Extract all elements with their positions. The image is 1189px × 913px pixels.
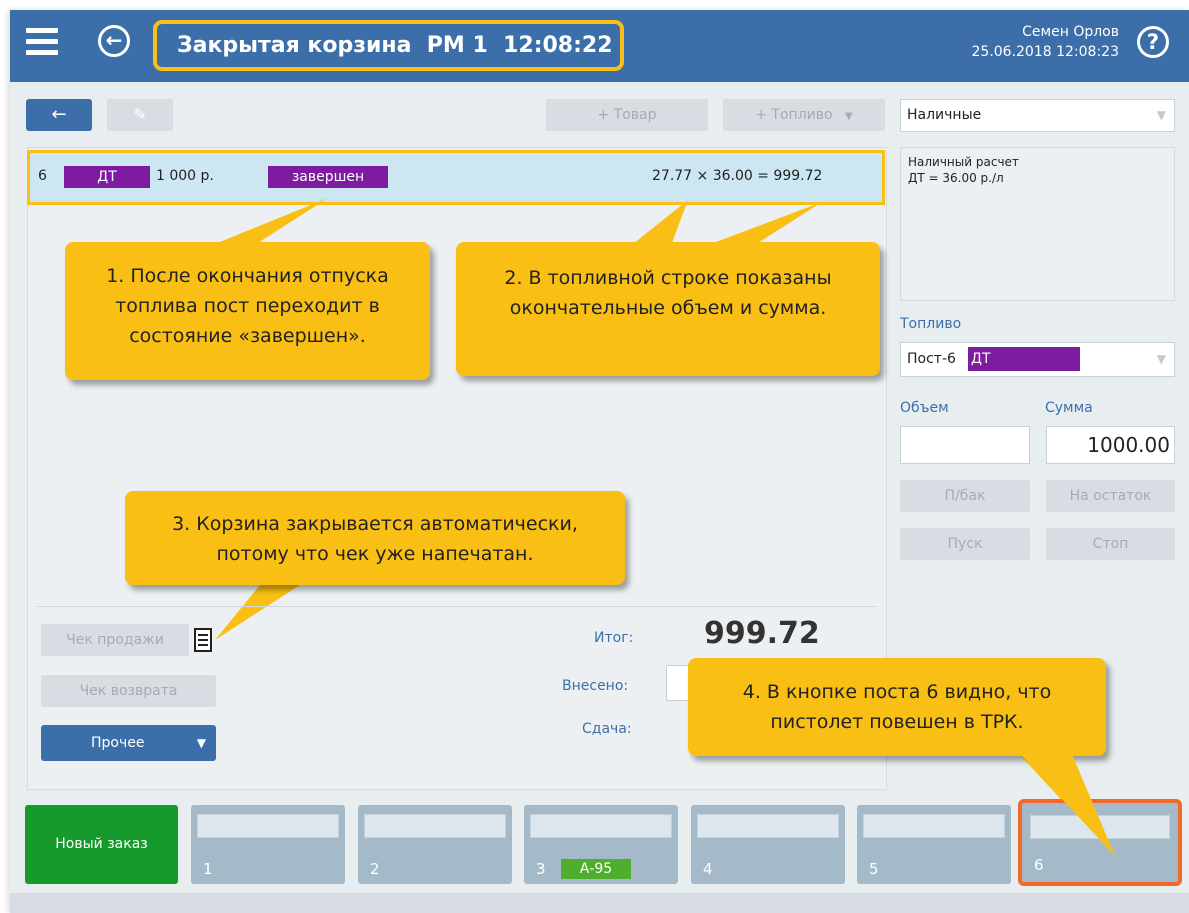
fuel-line-status: завершен xyxy=(268,166,388,188)
callout-4-line-2: пистолет повешен в ТРК. xyxy=(770,711,1024,733)
post-4-number: 4 xyxy=(703,860,713,878)
post-2-display xyxy=(364,814,506,838)
start-button[interactable]: Пуск xyxy=(900,528,1030,560)
page-title: Закрытая корзина РМ 1 12:08:22 xyxy=(177,33,613,58)
fuel-line-fuel-tag: ДТ xyxy=(64,166,150,188)
chevron-down-icon: ▼ xyxy=(1156,108,1166,122)
status-footer xyxy=(10,893,1189,913)
order-divider xyxy=(37,606,877,607)
pencil-icon: ✎ xyxy=(133,105,147,124)
post-1-display xyxy=(197,814,339,838)
payment-method-value: Наличные xyxy=(907,107,982,123)
payment-method-select[interactable]: Наличные ▼ xyxy=(900,99,1175,132)
fuel-section-label: Топливо xyxy=(900,316,962,332)
other-label: Прочее xyxy=(91,735,145,751)
post-select-label: Пост-6 xyxy=(907,351,956,367)
chevron-down-icon: ▼ xyxy=(1156,352,1166,366)
callout-1: 1. После окончания отпуска топлива пост … xyxy=(65,242,430,380)
title-highlight: Закрытая корзина РМ 1 12:08:22 xyxy=(153,20,624,71)
payment-info-box: Наличный расчет ДТ = 36.00 р./л xyxy=(900,147,1175,301)
back-button[interactable]: ← xyxy=(26,99,92,131)
header-datetime: 25.06.2018 12:08:23 xyxy=(971,44,1120,60)
post-3-number: 3 xyxy=(536,860,546,878)
sum-label: Сумма xyxy=(1045,400,1093,416)
sum-input[interactable]: 1000.00 xyxy=(1046,426,1175,464)
fuel-line-row[interactable]: 6 ДТ 1 000 р. завершен 27.77 × 36.00 = 9… xyxy=(27,150,885,205)
add-fuel-button[interactable]: + Топливо ▼ xyxy=(723,99,885,131)
payment-info-line-1: Наличный расчет xyxy=(908,155,1019,169)
edit-button[interactable]: ✎ xyxy=(107,99,173,131)
callout-4-line-1: 4. В кнопке поста 6 видно, что xyxy=(742,681,1052,703)
menu-icon[interactable] xyxy=(26,28,58,56)
callout-2-line-2: окончательные объем и сумма. xyxy=(509,297,827,319)
back-arrow-icon[interactable]: ← xyxy=(98,25,130,57)
callout-2: 2. В топливной строке показаны окончател… xyxy=(456,242,880,376)
post-button-1[interactable]: 1 xyxy=(191,805,345,884)
fuel-line-calc: 27.77 × 36.00 = 999.72 xyxy=(652,168,823,184)
post-button-4[interactable]: 4 xyxy=(691,805,845,884)
other-button[interactable]: Прочее ▼ xyxy=(41,725,216,761)
callout-3-line-2: потому что чек уже напечатан. xyxy=(216,543,534,565)
callout-2-line-1: 2. В топливной строке показаны xyxy=(504,267,832,289)
post-button-3[interactable]: 3 А-95 xyxy=(524,805,678,884)
post-button-6[interactable]: 6 xyxy=(1018,799,1182,886)
total-value: 999.72 xyxy=(704,616,820,651)
post-3-display xyxy=(530,814,672,838)
payment-info-line-2: ДТ = 36.00 р./л xyxy=(908,171,1004,185)
return-receipt-button[interactable]: Чек возврата xyxy=(41,675,216,707)
chevron-down-icon: ▼ xyxy=(196,736,206,750)
full-tank-button[interactable]: П/бак xyxy=(900,480,1030,512)
paid-label: Внесено: xyxy=(562,678,629,694)
sum-value: 1000.00 xyxy=(1087,433,1170,457)
post-3-fuel-tag: А-95 xyxy=(561,859,631,879)
app-window: ← Закрытая корзина РМ 1 12:08:22 Семен О… xyxy=(10,10,1189,913)
post-5-display xyxy=(863,814,1005,838)
post-4-display xyxy=(697,814,839,838)
chevron-down-icon: ▼ xyxy=(845,111,853,122)
post-2-number: 2 xyxy=(370,860,380,878)
change-label: Сдача: xyxy=(582,721,632,737)
add-product-button[interactable]: + Товар xyxy=(546,99,708,131)
post-button-5[interactable]: 5 xyxy=(857,805,1011,884)
header-bar: ← Закрытая корзина РМ 1 12:08:22 Семен О… xyxy=(10,10,1189,82)
volume-label: Объем xyxy=(900,400,949,416)
volume-input[interactable] xyxy=(900,426,1030,464)
new-order-button[interactable]: Новый заказ xyxy=(25,805,178,884)
post-6-display xyxy=(1030,815,1170,839)
callout-1-line-1: 1. После окончания отпуска xyxy=(106,265,389,287)
post-select-fuel-tag: ДТ xyxy=(968,347,1080,371)
user-info: Семен Орлов 25.06.2018 12:08:23 xyxy=(972,22,1120,62)
callout-3: 3. Корзина закрывается автоматически, по… xyxy=(125,491,625,585)
fuel-line-amount: 1 000 р. xyxy=(156,168,214,184)
post-5-number: 5 xyxy=(869,860,879,878)
fuel-line-post: 6 xyxy=(38,168,47,184)
callout-1-line-2: топлива пост переходит в xyxy=(115,295,380,317)
callout-1-line-3: состояние «завершен». xyxy=(129,325,366,347)
post-1-number: 1 xyxy=(203,860,213,878)
help-icon[interactable]: ? xyxy=(1137,26,1169,58)
post-6-number: 6 xyxy=(1034,856,1044,874)
total-label: Итог: xyxy=(594,630,634,646)
remainder-button[interactable]: На остаток xyxy=(1046,480,1175,512)
post-fuel-select[interactable]: Пост-6 ДТ ▼ xyxy=(900,342,1175,377)
post-button-2[interactable]: 2 xyxy=(358,805,512,884)
user-name: Семен Орлов xyxy=(1022,24,1119,40)
sale-receipt-button[interactable]: Чек продажи xyxy=(41,624,189,656)
receipt-icon[interactable] xyxy=(194,628,212,652)
stop-button[interactable]: Стоп xyxy=(1046,528,1175,560)
callout-4: 4. В кнопке поста 6 видно, что пистолет … xyxy=(688,658,1106,756)
add-fuel-label: + Топливо xyxy=(755,107,833,123)
callout-3-line-1: 3. Корзина закрывается автоматически, xyxy=(172,513,578,535)
